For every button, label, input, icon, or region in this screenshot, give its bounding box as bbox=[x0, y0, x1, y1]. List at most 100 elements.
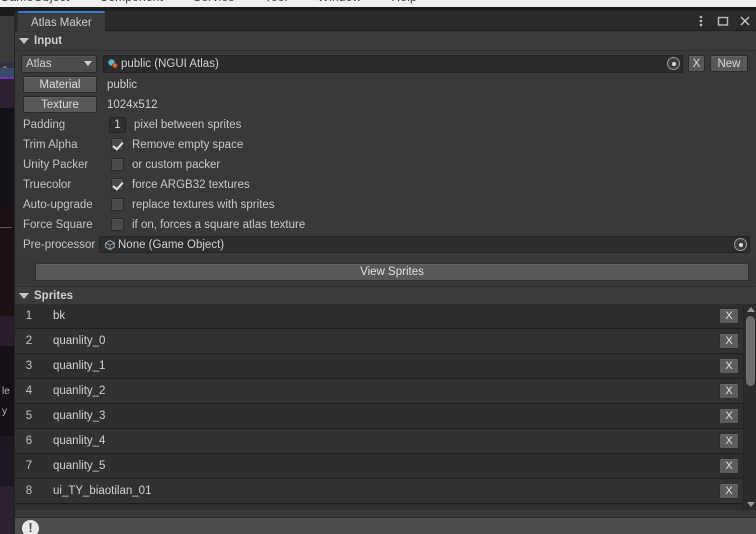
scroll-down-arrow-icon[interactable] bbox=[747, 502, 755, 507]
status-bar: ! ʌ bbox=[15, 517, 756, 534]
unity-packer-checkbox[interactable] bbox=[111, 158, 124, 171]
sprite-delete-button[interactable]: X bbox=[719, 433, 739, 449]
window-tab-bar: Atlas Maker bbox=[15, 11, 756, 31]
new-atlas-button[interactable]: New bbox=[710, 55, 748, 72]
view-sprites-bar: View Sprites bbox=[15, 258, 756, 286]
sprite-delete-button[interactable]: X bbox=[719, 333, 739, 349]
input-foldout-label: Input bbox=[34, 35, 63, 47]
menu-item-gameobject[interactable]: GameObject bbox=[0, 0, 69, 4]
sprite-delete-button[interactable]: X bbox=[719, 383, 739, 399]
sprite-delete-button[interactable]: X bbox=[719, 458, 739, 474]
sprite-index: 6 bbox=[25, 435, 33, 447]
nguiatlas-icon bbox=[107, 58, 119, 70]
pre-processor-label: Pre-processor bbox=[23, 238, 96, 251]
padding-input[interactable]: 1 bbox=[109, 116, 126, 133]
editor-menu-bar[interactable]: GameObject Component Service Tool Window Help bbox=[0, 0, 756, 7]
sprite-index: 1 bbox=[25, 310, 33, 322]
texture-value: 1024x512 bbox=[107, 98, 158, 111]
truecolor-hint: force ARGB32 textures bbox=[132, 178, 250, 191]
scrollbar-thumb[interactable] bbox=[746, 316, 755, 386]
warning-icon: ! bbox=[22, 520, 39, 534]
menu-item-tool[interactable]: Tool bbox=[265, 0, 288, 4]
editor-menu-items: GameObject Component Service Tool Window Help bbox=[0, 0, 447, 4]
sprites-foldout-label: Sprites bbox=[34, 289, 73, 302]
table-row[interactable]: 2 quanlity_0 X bbox=[15, 329, 743, 354]
object-picker-icon bbox=[667, 57, 680, 70]
material-button[interactable]: Material bbox=[23, 76, 97, 93]
truecolor-label: Truecolor bbox=[23, 178, 72, 191]
sprite-index: 4 bbox=[25, 385, 33, 397]
truecolor-checkbox[interactable] bbox=[111, 178, 124, 191]
sprite-name: bk bbox=[53, 310, 66, 322]
padding-label: Padding bbox=[23, 118, 66, 131]
table-row[interactable]: 8 ui_TY_biaotilan_01 X bbox=[15, 479, 743, 504]
table-row[interactable]: 7 quanlity_5 X bbox=[15, 454, 743, 479]
force-square-label: Force Square bbox=[23, 218, 93, 231]
table-row[interactable]: 1 bk X bbox=[15, 304, 743, 329]
view-sprites-button[interactable]: View Sprites bbox=[35, 263, 749, 281]
trim-alpha-checkbox[interactable] bbox=[111, 138, 124, 151]
table-row[interactable]: 3 quanlity_1 X bbox=[15, 354, 743, 379]
sprites-list: 1 bk X 2 quanlity_0 X 3 quanlity_1 X 4 q… bbox=[15, 304, 756, 510]
sprites-list-inner: 1 bk X 2 quanlity_0 X 3 quanlity_1 X 4 q… bbox=[15, 304, 743, 504]
trim-alpha-hint: Remove empty space bbox=[132, 138, 244, 151]
unity-packer-row: Unity Packer or custom packer bbox=[21, 155, 750, 174]
unity-packer-label: Unity Packer bbox=[23, 158, 89, 171]
input-panel: Atlas public (NGUI Atlas) X New Material… bbox=[15, 51, 756, 258]
sprite-delete-button[interactable]: X bbox=[719, 358, 739, 374]
padding-hint: pixel between sprites bbox=[134, 118, 242, 131]
atlas-object-picker[interactable] bbox=[667, 57, 680, 70]
material-row: Material public bbox=[21, 75, 750, 94]
chevron-down-icon bbox=[84, 61, 92, 66]
trim-alpha-row: Trim Alpha Remove empty space bbox=[21, 135, 750, 154]
triangle-down-icon bbox=[19, 292, 29, 299]
force-square-checkbox[interactable] bbox=[111, 218, 124, 231]
sprite-name: ui_TY_biaotilan_01 bbox=[53, 485, 152, 497]
trim-alpha-label: Trim Alpha bbox=[23, 138, 78, 151]
menu-item-component[interactable]: Component bbox=[99, 0, 163, 4]
texture-button[interactable]: Texture bbox=[23, 96, 97, 113]
pre-processor-row: Pre-processor None (Game Object) bbox=[21, 235, 750, 254]
sprite-index: 2 bbox=[25, 335, 33, 347]
screen: GameObject Component Service Tool Window Help… bbox=[0, 0, 756, 534]
object-picker-icon bbox=[734, 238, 747, 251]
maximize-icon[interactable] bbox=[716, 14, 730, 28]
menu-item-help[interactable]: Help bbox=[391, 0, 416, 4]
table-row[interactable]: 5 quanlity_3 X bbox=[15, 404, 743, 429]
menu-item-service[interactable]: Service bbox=[193, 0, 234, 4]
background-divider bbox=[0, 227, 12, 228]
clear-atlas-button[interactable]: X bbox=[688, 55, 705, 72]
sprite-delete-button[interactable]: X bbox=[719, 308, 739, 324]
material-value: public bbox=[107, 78, 138, 91]
menu-item-window[interactable]: Window bbox=[317, 0, 361, 4]
gameobject-icon bbox=[104, 239, 116, 251]
scroll-up-arrow-icon[interactable] bbox=[747, 307, 755, 312]
auto-upgrade-label: Auto-upgrade bbox=[23, 198, 93, 211]
pre-processor-field[interactable]: None (Game Object) bbox=[99, 236, 750, 253]
auto-upgrade-checkbox[interactable] bbox=[111, 198, 124, 211]
atlas-object-field[interactable]: public (NGUI Atlas) bbox=[103, 54, 683, 73]
table-row[interactable]: 6 quanlity_4 X bbox=[15, 429, 743, 454]
pre-processor-picker[interactable] bbox=[734, 238, 747, 251]
input-foldout-header[interactable]: Input bbox=[15, 32, 756, 51]
triangle-down-icon bbox=[19, 38, 29, 44]
sprite-delete-button[interactable]: X bbox=[719, 408, 739, 424]
sprites-scrollbar[interactable] bbox=[743, 304, 756, 510]
sprite-index: 5 bbox=[25, 410, 33, 422]
atlas-type-popup[interactable]: Atlas bbox=[21, 54, 97, 73]
table-row[interactable]: 4 quanlity_2 X bbox=[15, 379, 743, 404]
auto-upgrade-hint: replace textures with sprites bbox=[132, 198, 275, 211]
tab-atlas-maker[interactable]: Atlas Maker bbox=[18, 11, 105, 31]
sprite-delete-button[interactable]: X bbox=[719, 483, 739, 499]
texture-row: Texture 1024x512 bbox=[21, 95, 750, 114]
close-icon[interactable] bbox=[738, 14, 752, 28]
more-menu-icon[interactable] bbox=[694, 14, 708, 28]
pre-processor-value: None (Game Object) bbox=[118, 238, 225, 251]
sprite-name: quanlity_1 bbox=[53, 360, 106, 372]
sprite-name: quanlity_0 bbox=[53, 335, 106, 347]
sprite-name: quanlity_2 bbox=[53, 385, 106, 397]
sprite-index: 8 bbox=[25, 485, 33, 497]
sprite-index: 7 bbox=[25, 460, 33, 472]
atlas-type-label: Atlas bbox=[26, 57, 52, 70]
sprites-foldout-header[interactable]: Sprites bbox=[15, 286, 756, 304]
